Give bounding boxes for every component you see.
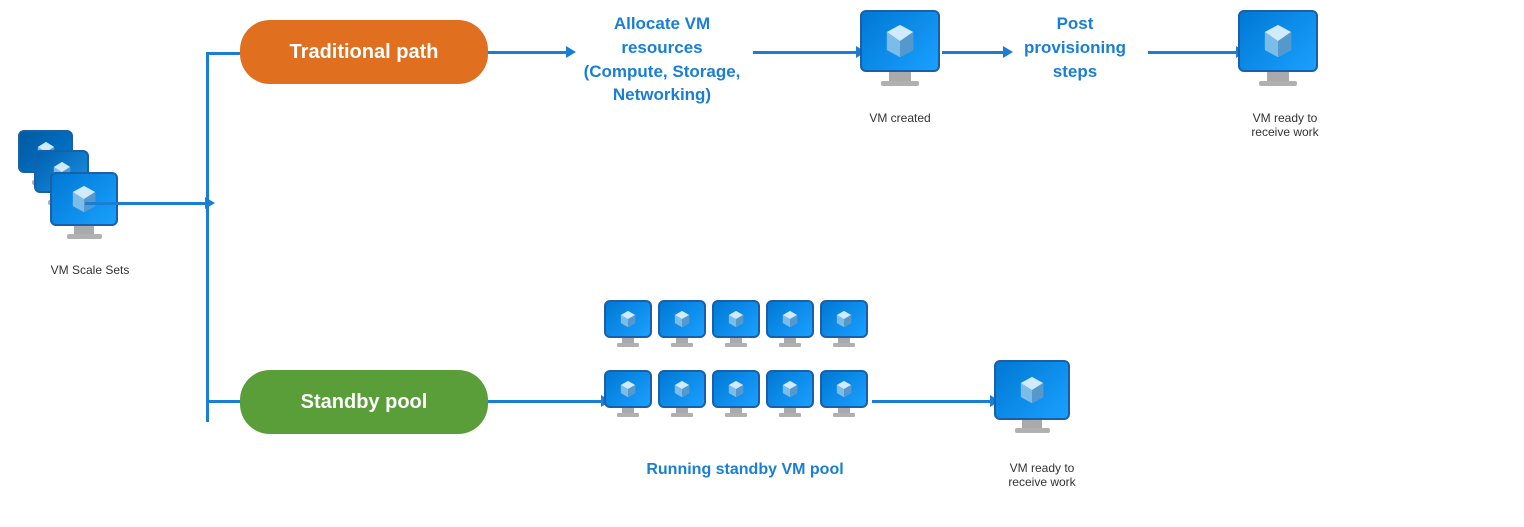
pool-vm-6	[604, 370, 652, 417]
pool-vm-1	[604, 300, 652, 347]
arrow-post-to-vmready-top	[1148, 51, 1238, 54]
vm-ready-bottom-label: VM ready toreceive work	[982, 461, 1102, 489]
diagram: VM Scale Sets Traditional path Allocate …	[0, 0, 1524, 527]
vm-scale-sets-label: VM Scale Sets	[30, 263, 150, 277]
pool-vm-7	[658, 370, 706, 417]
vm-ready-bottom-icon	[994, 360, 1070, 433]
traditional-path-box: Traditional path	[240, 20, 488, 84]
arrow-pool-to-vmready-bottom	[872, 400, 992, 403]
arrow-branch-top	[208, 52, 244, 55]
running-standby-label: Running standby VM pool	[600, 460, 890, 481]
pool-vm-9	[766, 370, 814, 417]
arrow-standby-to-pool	[488, 400, 603, 403]
pool-vm-8	[712, 370, 760, 417]
post-provisioning-label: Postprovisioningsteps	[1000, 12, 1150, 83]
pool-vm-10	[820, 370, 868, 417]
vm-created-label: VM created	[855, 111, 945, 125]
arrow-to-traditional	[85, 202, 207, 205]
standby-pool-box: Standby pool	[240, 370, 488, 434]
pool-vm-2	[658, 300, 706, 347]
connector-vertical-main	[206, 52, 209, 422]
vm-ready-top-label: VM ready toreceive work	[1225, 111, 1345, 139]
vm-created-icon	[860, 10, 940, 86]
arrow-allocate-to-vmcreated	[753, 51, 858, 54]
arrow-vmcreated-to-post	[942, 51, 1005, 54]
pool-vm-3	[712, 300, 760, 347]
vm-scale-sets-icon-front	[50, 172, 118, 239]
vm-ready-top-icon	[1238, 10, 1318, 86]
arrow-traditional-to-allocate	[488, 51, 568, 54]
pool-vm-4	[766, 300, 814, 347]
arrow-branch-bottom	[208, 400, 244, 403]
pool-vm-5	[820, 300, 868, 347]
allocate-resources-label: Allocate VM resources(Compute, Storage,N…	[572, 12, 752, 107]
